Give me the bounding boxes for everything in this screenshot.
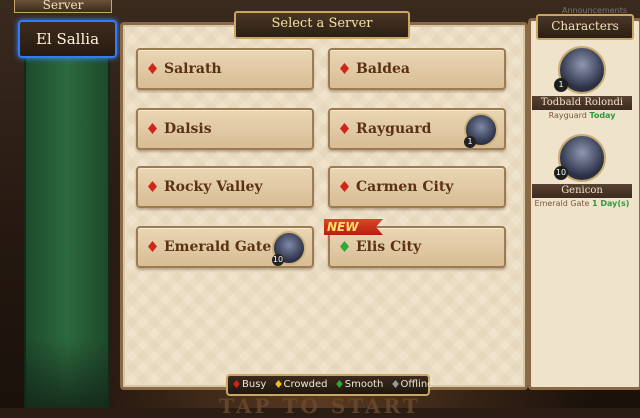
character-avatar-icon: 1 bbox=[464, 113, 498, 148]
status-legend: Busy Crowded Smooth Offline bbox=[226, 374, 433, 396]
server-name: Emerald Gate bbox=[164, 239, 272, 255]
busy-gem-icon bbox=[148, 241, 157, 252]
busy-gem-icon bbox=[233, 380, 240, 388]
character-meta: Rayguard Today bbox=[532, 111, 632, 120]
selected-server-button[interactable]: El Sallia bbox=[18, 20, 117, 58]
character-name: Genicon bbox=[532, 184, 632, 198]
characters-title: Characters bbox=[536, 14, 634, 40]
character-card-todbald[interactable]: 1 Todbald Rolondi Rayguard Today bbox=[532, 46, 632, 120]
character-server: Rayguard bbox=[548, 111, 587, 120]
busy-gem-icon bbox=[148, 181, 157, 192]
character-meta: Emerald Gate 1 Day(s) bbox=[532, 199, 632, 208]
server-list-column bbox=[24, 36, 110, 408]
server-button-emerald-gate[interactable]: Emerald Gate 10 bbox=[136, 226, 314, 268]
character-level-badge: 1 bbox=[464, 136, 476, 148]
legend-busy: Busy bbox=[242, 379, 267, 390]
panel-title: Select a Server bbox=[234, 11, 410, 39]
busy-gem-icon bbox=[340, 181, 349, 192]
new-badge: NEW bbox=[324, 219, 383, 235]
character-last-login: 1 Day(s) bbox=[592, 199, 630, 208]
busy-gem-icon bbox=[148, 63, 157, 74]
server-name: Baldea bbox=[356, 61, 410, 77]
server-name: Dalsis bbox=[164, 121, 212, 137]
legend-smooth: Smooth bbox=[344, 379, 384, 390]
server-name: Carmen City bbox=[356, 179, 454, 195]
server-name: Salrath bbox=[164, 61, 222, 77]
server-header: Server bbox=[14, 0, 112, 13]
server-button-rayguard[interactable]: Rayguard 1 bbox=[328, 108, 506, 150]
server-button-carmen-city[interactable]: Carmen City bbox=[328, 166, 506, 208]
character-level: 10 bbox=[554, 166, 568, 180]
offline-gem-icon bbox=[391, 380, 399, 388]
tap-to-start-text[interactable]: TAP TO START bbox=[190, 394, 450, 418]
server-button-dalsis[interactable]: Dalsis bbox=[136, 108, 314, 150]
smooth-gem-icon bbox=[335, 380, 343, 388]
character-avatar-icon: 10 bbox=[272, 231, 306, 266]
busy-gem-icon bbox=[148, 123, 157, 134]
server-button-salrath[interactable]: Salrath bbox=[136, 48, 314, 90]
character-name: Todbald Rolondi bbox=[532, 96, 632, 110]
crowded-gem-icon bbox=[274, 380, 282, 388]
server-button-rocky-valley[interactable]: Rocky Valley bbox=[136, 166, 314, 208]
smooth-gem-icon bbox=[340, 241, 349, 252]
character-level: 1 bbox=[554, 78, 568, 92]
server-button-baldea[interactable]: Baldea bbox=[328, 48, 506, 90]
server-name: Rocky Valley bbox=[164, 179, 263, 195]
character-level-badge: 10 bbox=[272, 254, 284, 266]
legend-crowded: Crowded bbox=[283, 379, 328, 390]
character-card-genicon[interactable]: 10 Genicon Emerald Gate 1 Day(s) bbox=[532, 134, 632, 208]
character-last-login: Today bbox=[589, 111, 616, 120]
server-name: Rayguard bbox=[356, 121, 432, 137]
character-server: Emerald Gate bbox=[534, 199, 590, 208]
busy-gem-icon bbox=[340, 123, 349, 134]
busy-gem-icon bbox=[340, 63, 349, 74]
legend-offline: Offline bbox=[400, 379, 434, 390]
